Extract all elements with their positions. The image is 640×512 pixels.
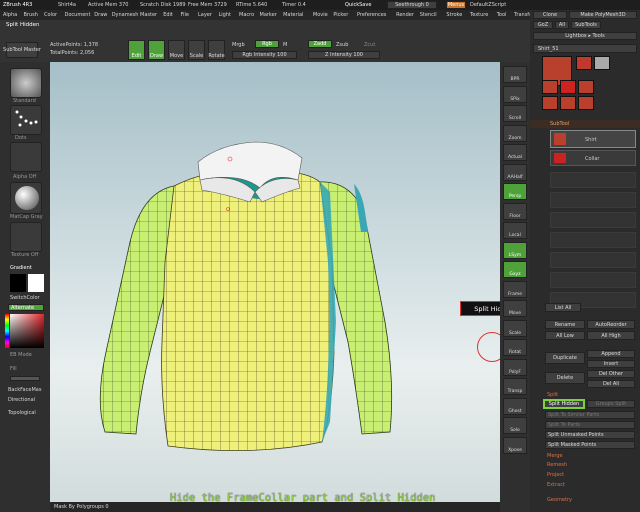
groups-split-button[interactable]: Groups Split bbox=[587, 400, 635, 408]
del-all-button[interactable]: Del All bbox=[587, 380, 635, 388]
split-unmasked-button[interactable]: Split Unmasked Points bbox=[545, 431, 635, 439]
subtools-button[interactable]: SubTools bbox=[571, 21, 601, 29]
right-shelf: BPR SPix Scroll Zoom Actual AAHalf Persp Floor L… bbox=[500, 62, 530, 512]
shelf-button-aahalf[interactable]: AAHalf bbox=[503, 163, 527, 181]
shelf-button-local[interactable]: Local bbox=[503, 222, 527, 239]
project-section[interactable]: Project bbox=[547, 472, 564, 478]
subtool-empty-slot[interactable] bbox=[550, 212, 636, 228]
shelf-button-spix[interactable]: SPix bbox=[503, 85, 527, 103]
del-other-button[interactable]: Del Other bbox=[587, 370, 635, 378]
shelf-button-scroll[interactable]: Scroll bbox=[503, 105, 527, 122]
split-section-header[interactable]: Split bbox=[547, 392, 558, 398]
tool-thumbnail[interactable] bbox=[560, 96, 576, 110]
tool-thumbnail[interactable] bbox=[542, 80, 558, 94]
delete-button[interactable]: Delete bbox=[545, 372, 585, 384]
split-similar-parts-button[interactable]: Split To Similar Parts bbox=[545, 411, 635, 419]
all-button[interactable]: All bbox=[555, 21, 569, 29]
clone-button[interactable]: Clone bbox=[533, 11, 567, 19]
subtool-empty-slot[interactable] bbox=[550, 252, 636, 268]
split-hidden-button[interactable]: Split Hidden bbox=[543, 399, 585, 409]
subtool-thumb bbox=[554, 153, 566, 163]
subtool-empty-slot[interactable] bbox=[550, 172, 636, 188]
subtool-thumb bbox=[554, 133, 566, 145]
shelf-button-xpose[interactable]: Xpose bbox=[503, 436, 527, 454]
make-polymesh-button[interactable]: Make PolyMesh3D bbox=[569, 11, 637, 19]
geometry-section[interactable]: Geometry bbox=[547, 497, 572, 503]
shelf-button-rotat[interactable]: Rotat bbox=[503, 339, 527, 356]
shelf-button-zoom[interactable]: Zoom bbox=[503, 124, 527, 142]
shelf-button-lsym[interactable]: LSym bbox=[503, 241, 527, 259]
tool-palette: Clone Make PolyMesh3D GoZ All SubTools L… bbox=[530, 10, 640, 512]
merge-section[interactable]: Merge bbox=[547, 453, 563, 459]
shelf-button-bpr[interactable]: BPR bbox=[503, 66, 527, 83]
bottom-bar: Mask By Polygroups 0 bbox=[50, 502, 500, 512]
list-all-button[interactable]: List All bbox=[545, 303, 581, 312]
mask-by-polygroups-slider[interactable]: Mask By Polygroups 0 bbox=[54, 504, 109, 510]
shelf-button-gxyz[interactable]: Gxyz bbox=[503, 261, 527, 278]
goz-button[interactable]: GoZ bbox=[533, 21, 553, 29]
subtool-empty-slot[interactable] bbox=[550, 232, 636, 248]
shelf-button-floor[interactable]: Floor bbox=[503, 202, 527, 220]
shelf-button-solo[interactable]: Solo bbox=[503, 417, 527, 434]
subtool-empty-slot[interactable] bbox=[550, 272, 636, 288]
shelf-button-scale[interactable]: Scale bbox=[503, 319, 527, 337]
rename-button[interactable]: Rename bbox=[545, 320, 585, 329]
tool-thumbnail[interactable] bbox=[560, 80, 576, 94]
tool-thumbnail[interactable] bbox=[576, 56, 592, 70]
insert-button[interactable]: Insert bbox=[587, 360, 635, 368]
autoreorder-button[interactable]: AutoReorder bbox=[587, 320, 635, 329]
shelf-button-frame[interactable]: Frame bbox=[503, 280, 527, 298]
shelf-button-actual[interactable]: Actual bbox=[503, 144, 527, 161]
split-masked-button[interactable]: Split Masked Points bbox=[545, 441, 635, 449]
subtool-empty-slot[interactable] bbox=[550, 192, 636, 208]
duplicate-button[interactable]: Duplicate bbox=[545, 352, 585, 364]
remesh-section[interactable]: Remesh bbox=[547, 462, 567, 468]
shelf-button-move[interactable]: Move bbox=[503, 300, 527, 317]
lightbox-tools-button[interactable]: Lightbox ▸ Tools bbox=[533, 32, 637, 40]
tool-thumbnail[interactable] bbox=[578, 80, 594, 94]
subtool-item-shirt[interactable]: Shirt bbox=[550, 130, 636, 148]
subtool-item-collar[interactable]: Collar bbox=[550, 150, 636, 166]
shelf-button-persp[interactable]: Persp bbox=[503, 183, 527, 200]
tool-thumbnail[interactable] bbox=[578, 96, 594, 110]
shelf-button-polyf[interactable]: PolyF bbox=[503, 358, 527, 376]
all-high-button[interactable]: All High bbox=[587, 331, 635, 340]
shelf-button-transp[interactable]: Transp bbox=[503, 378, 527, 395]
tool-thumbnail[interactable] bbox=[542, 96, 558, 110]
current-tool-slider[interactable]: Shirt_51 bbox=[533, 44, 637, 53]
subtool-header[interactable]: SubTool bbox=[530, 120, 640, 128]
extract-section[interactable]: Extract bbox=[547, 482, 565, 488]
shelf-button-ghost[interactable]: Ghost bbox=[503, 397, 527, 415]
append-button[interactable]: Append bbox=[587, 350, 635, 358]
tool-thumbnail[interactable] bbox=[594, 56, 610, 70]
split-to-parts-button[interactable]: Split To Parts bbox=[545, 421, 635, 429]
all-low-button[interactable]: All Low bbox=[545, 331, 585, 340]
